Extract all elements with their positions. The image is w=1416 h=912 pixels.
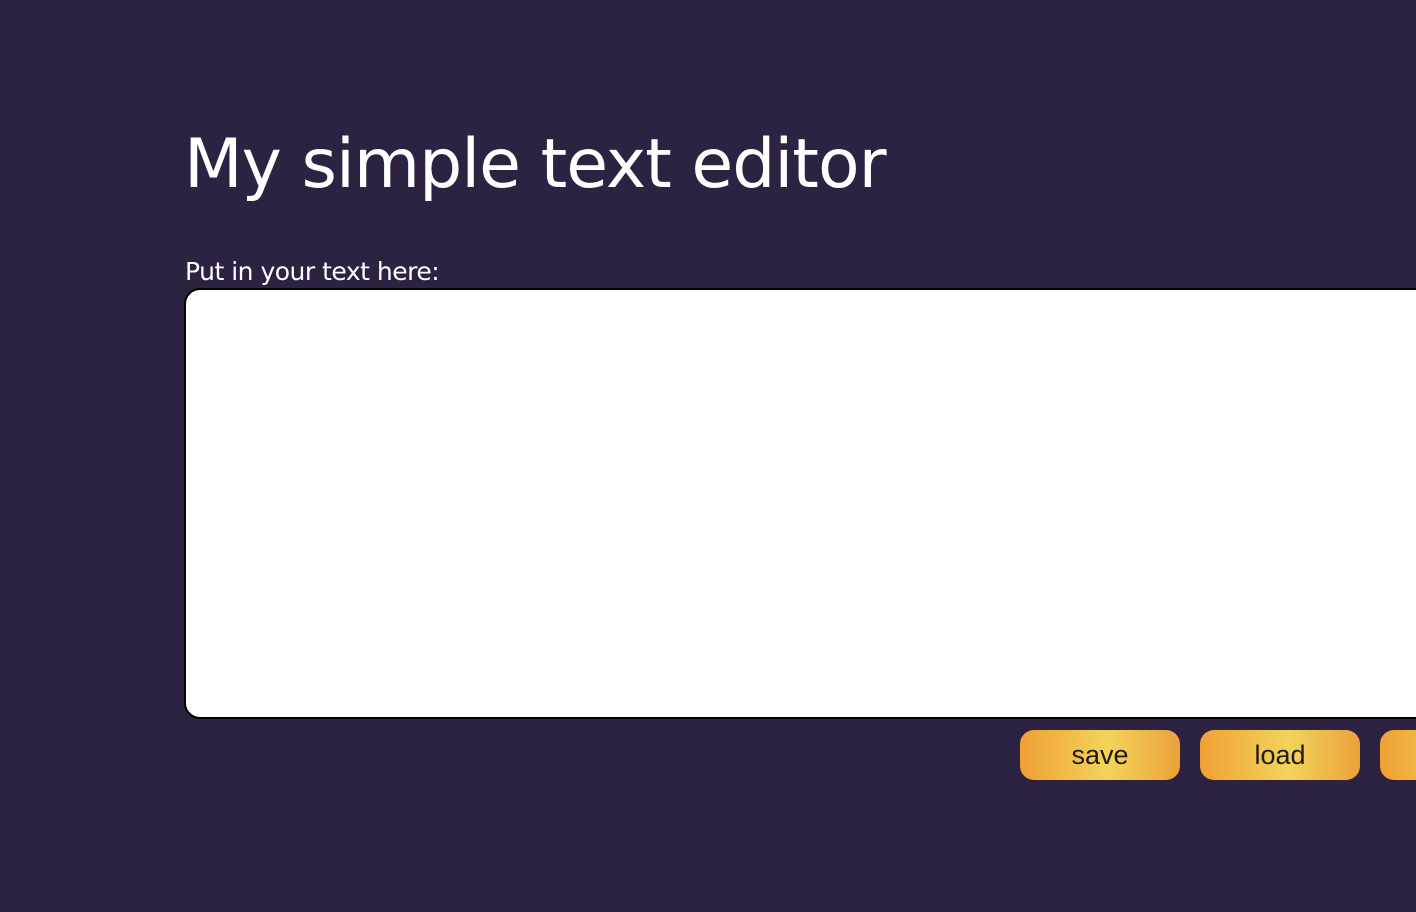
page: My simple text editor Put in your text h… [0, 0, 1416, 912]
load-button[interactable]: load [1200, 730, 1360, 780]
third-button[interactable] [1380, 730, 1416, 780]
save-button[interactable]: save [1020, 730, 1180, 780]
text-editor-area[interactable] [184, 288, 1416, 719]
editor-label: Put in your text here: [185, 257, 440, 286]
page-title: My simple text editor [184, 125, 887, 204]
